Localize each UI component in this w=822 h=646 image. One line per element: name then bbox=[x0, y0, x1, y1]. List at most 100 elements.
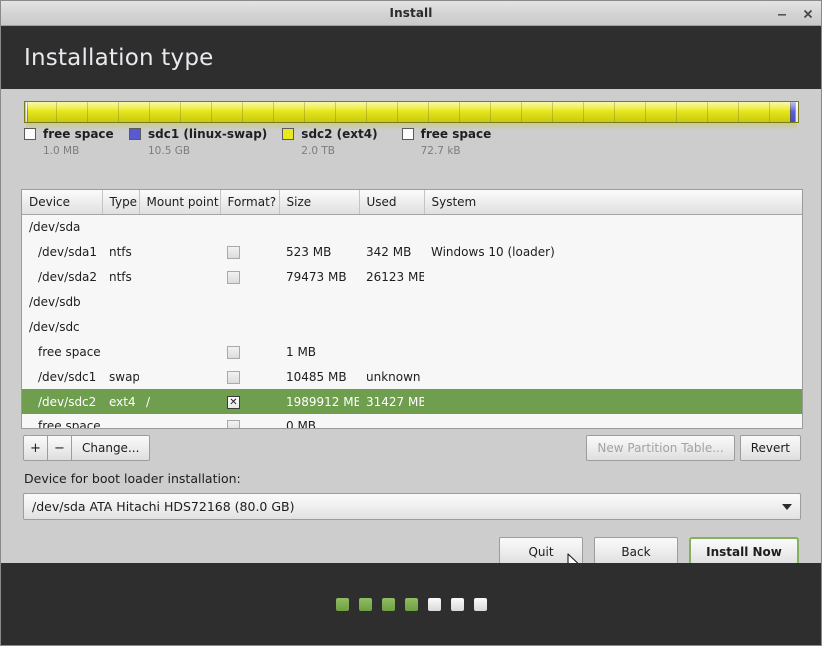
table-body: /dev/sda/dev/sda1 ntfs 523 MB 342 MB Windows… bbox=[22, 214, 802, 429]
table-cell bbox=[424, 264, 802, 289]
format-checkbox[interactable] bbox=[227, 345, 240, 359]
table-column-header[interactable]: Mount point bbox=[139, 190, 221, 215]
table-row[interactable]: /dev/sdb bbox=[22, 289, 802, 314]
partition-bar[interactable] bbox=[24, 101, 799, 123]
bootloader-label: Device for boot loader installation: bbox=[24, 471, 241, 486]
legend-item: free space 1.0 MB bbox=[24, 125, 114, 157]
progress-dot bbox=[335, 597, 349, 611]
new-partition-table-button[interactable]: New Partition Table... bbox=[586, 435, 735, 461]
bootloader-device-select[interactable]: /dev/sda ATA Hitachi HDS72168 (80.0 GB) bbox=[23, 493, 801, 520]
table-cell bbox=[139, 364, 220, 389]
revert-button[interactable]: Revert bbox=[739, 435, 801, 461]
table-row[interactable]: /dev/sda bbox=[22, 214, 802, 239]
table-cell bbox=[139, 414, 220, 428]
table-column-header[interactable]: System bbox=[424, 190, 802, 215]
table-cell bbox=[424, 389, 802, 414]
table-cell: ntfs bbox=[109, 244, 132, 259]
table-column-header[interactable]: Format? bbox=[220, 190, 280, 215]
format-checkbox[interactable] bbox=[227, 420, 240, 428]
table-column-header[interactable]: Device bbox=[22, 190, 103, 215]
table-cell bbox=[102, 339, 139, 364]
table-row[interactable]: /dev/sda2 ntfs 79473 MB 26123 MB bbox=[22, 264, 802, 289]
table-cell bbox=[139, 239, 220, 264]
table-cell: free space bbox=[38, 419, 101, 429]
install-now-button[interactable]: Install Now bbox=[689, 537, 799, 566]
install-window: Install Installation type free space 1.0… bbox=[0, 0, 822, 646]
table-cell bbox=[102, 314, 139, 339]
table-row[interactable]: free space 1 MB bbox=[22, 339, 802, 364]
table-row[interactable]: free space 0 MB bbox=[22, 414, 802, 429]
table-row[interactable]: /dev/sdc bbox=[22, 314, 802, 339]
table-cell bbox=[424, 214, 802, 239]
change-partition-button[interactable]: Change... bbox=[71, 435, 151, 461]
page-header: Installation type bbox=[1, 26, 821, 89]
table-cell bbox=[139, 289, 220, 314]
legend-item: sdc1 (linux-swap) 10.5 GB bbox=[129, 125, 267, 157]
format-cell bbox=[220, 339, 279, 364]
partition-segment-2[interactable] bbox=[27, 102, 791, 122]
table-cell bbox=[424, 364, 802, 389]
table-cell bbox=[139, 264, 220, 289]
format-checkbox[interactable] bbox=[227, 245, 240, 259]
table-row[interactable]: /dev/sda1 ntfs 523 MB 342 MB Windows 10 (loa… bbox=[22, 239, 802, 264]
format-cell bbox=[220, 214, 279, 239]
main-content: free space 1.0 MB sdc1 (linux-swap) 10.5 GB… bbox=[1, 89, 821, 573]
table-column-header[interactable]: Size bbox=[279, 190, 360, 215]
table-cell: ext4 bbox=[102, 389, 139, 414]
legend-item: free space 72.7 kB bbox=[401, 125, 492, 157]
table-cell bbox=[139, 339, 220, 364]
table-cell bbox=[359, 314, 424, 339]
table-cell: /dev/sda bbox=[29, 219, 81, 234]
table-cell bbox=[102, 414, 139, 428]
progress-dots bbox=[335, 597, 487, 611]
table-cell bbox=[139, 314, 220, 339]
partition-bar-container bbox=[24, 101, 799, 130]
minimize-icon[interactable] bbox=[775, 7, 789, 21]
table-cell: 31427 MB bbox=[359, 389, 424, 414]
format-cell bbox=[220, 414, 279, 428]
table-row-selected[interactable]: /dev/sdc2ext4/ 1989912 MB31427 MB bbox=[22, 389, 802, 414]
progress-dot bbox=[404, 597, 418, 611]
partition-segment-0[interactable] bbox=[794, 102, 798, 122]
format-cell bbox=[220, 389, 279, 414]
legend-label: free space bbox=[420, 127, 492, 141]
format-checkbox[interactable] bbox=[227, 270, 240, 284]
format-cell bbox=[220, 289, 279, 314]
quit-button[interactable]: Quit bbox=[499, 537, 583, 566]
legend-swatch-icon bbox=[401, 128, 414, 140]
legend-size: 10.5 GB bbox=[148, 145, 191, 157]
table-column-header[interactable]: Type bbox=[102, 190, 140, 215]
table-cell: swap bbox=[109, 369, 139, 384]
table-cell: /dev/sdc bbox=[29, 319, 80, 334]
table-column-header[interactable]: Used bbox=[359, 190, 425, 215]
chevron-down-icon bbox=[782, 503, 792, 510]
table-cell: free space bbox=[38, 344, 101, 359]
table-cell bbox=[102, 289, 139, 314]
legend-label: free space bbox=[43, 127, 114, 141]
window-controls bbox=[775, 1, 815, 26]
format-checkbox[interactable] bbox=[227, 370, 240, 384]
table-cell bbox=[359, 289, 424, 314]
format-checkbox-checked[interactable] bbox=[227, 395, 240, 409]
progress-dot bbox=[427, 597, 441, 611]
progress-dot bbox=[381, 597, 395, 611]
table-cell bbox=[359, 414, 424, 428]
table-cell bbox=[359, 339, 424, 364]
partition-edit-group: + − Change... bbox=[23, 435, 151, 461]
close-icon[interactable] bbox=[801, 7, 815, 21]
legend-label: sdc2 (ext4) bbox=[301, 127, 378, 141]
table-row[interactable]: /dev/sdc1 swap 10485 MB unknown bbox=[22, 364, 802, 389]
table-cell: 10485 MB bbox=[286, 369, 347, 384]
action-buttons: Quit Back Install Now bbox=[499, 537, 799, 566]
back-button[interactable]: Back bbox=[594, 537, 678, 566]
format-cell bbox=[220, 364, 279, 389]
table-cell bbox=[279, 289, 359, 314]
partition-table-frame[interactable]: Device Type Mount point Format? Size Used Syst… bbox=[21, 189, 803, 429]
remove-partition-button[interactable]: − bbox=[47, 435, 72, 461]
add-partition-button[interactable]: + bbox=[23, 435, 48, 461]
table-cell bbox=[279, 314, 359, 339]
table-cell bbox=[424, 339, 802, 364]
format-cell bbox=[220, 239, 279, 264]
legend-size: 1.0 MB bbox=[43, 145, 80, 157]
table-cell: /dev/sdc1 bbox=[38, 369, 97, 384]
